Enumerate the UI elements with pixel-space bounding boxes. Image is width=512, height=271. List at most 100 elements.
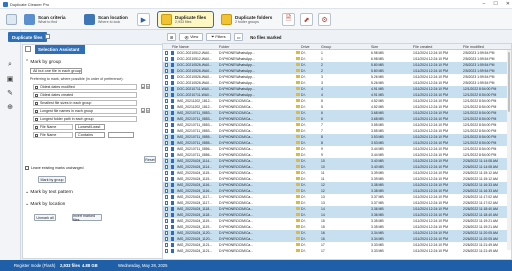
export-button[interactable]: ⬈	[300, 13, 313, 26]
start-scan-button[interactable]: ▶	[137, 13, 150, 26]
criteria-checkbox[interactable]	[35, 101, 39, 106]
row-checkbox[interactable]	[165, 69, 169, 73]
group-mode-select[interactable]: All but one file in each group	[30, 68, 82, 74]
row-checkbox[interactable]	[165, 147, 169, 151]
scan-criteria-button[interactable]: Scan criteria What to find	[20, 11, 70, 28]
criteria-checkbox[interactable]	[35, 93, 39, 98]
criteria-item[interactable]: Longest file names in each group	[33, 108, 137, 114]
home-button[interactable]	[2, 11, 21, 28]
row-checkbox[interactable]	[165, 165, 169, 169]
rail-zoom-icon[interactable]: ⊕	[4, 102, 16, 112]
criteria-item[interactable]: Oldest dates modified	[33, 84, 137, 90]
invert-marked-button[interactable]: Invert marked files	[72, 214, 102, 222]
col-file-modified[interactable]: File modified	[463, 45, 484, 49]
export-icon: ⬈	[303, 16, 310, 24]
criteria-checkbox[interactable]	[35, 109, 39, 114]
duplicate-files-button[interactable]: Duplicate files 2,933 files	[157, 11, 214, 28]
row-checkbox[interactable]	[165, 225, 169, 229]
row-checkbox[interactable]	[165, 129, 169, 133]
row-checkbox[interactable]	[165, 153, 169, 157]
vertical-scrollbar[interactable]	[507, 50, 511, 250]
col-file-name[interactable]: File Name	[172, 45, 189, 49]
row-checkbox[interactable]	[165, 117, 169, 121]
leave-existing-checkbox[interactable]: Leave existing marks unchanged	[25, 166, 84, 171]
mark-by-group-button[interactable]: Mark by group	[38, 176, 66, 183]
col-folder[interactable]: Folder	[219, 45, 229, 49]
row-checkbox[interactable]	[165, 63, 169, 67]
leave-existing-box[interactable]	[25, 166, 29, 171]
col-size[interactable]: Size	[371, 45, 378, 49]
row-checkbox[interactable]	[165, 195, 169, 199]
row-checkbox[interactable]	[165, 249, 169, 253]
row-checkbox[interactable]	[165, 219, 169, 223]
criteria-checkbox[interactable]	[35, 85, 39, 90]
criteria-item[interactable]: Smallest file sizes in each group	[33, 100, 137, 106]
duplicate-folders-button[interactable]: Duplicate folders 2 folder groups	[217, 11, 276, 28]
view-button[interactable]: 👁 View	[179, 33, 204, 41]
move-up-icon[interactable]: ▴	[141, 108, 145, 113]
grid-tool-icon[interactable]: ⊞	[167, 33, 177, 41]
filters-button[interactable]: ⏷ Filters	[206, 33, 231, 41]
minimize-icon[interactable]: –	[483, 1, 486, 7]
table-row[interactable]: IMG_20220424_1121... D:\PHONE\DCIM\Ca... D…	[163, 248, 511, 254]
reset-button[interactable]: Reset	[144, 156, 156, 163]
selection-assistant-header[interactable]: Selection Assistant	[35, 45, 85, 54]
row-checkbox[interactable]	[165, 111, 169, 115]
row-checkbox[interactable]	[165, 87, 169, 91]
row-checkbox[interactable]	[165, 171, 169, 175]
row-checkbox[interactable]	[165, 207, 169, 211]
criteria-checkbox[interactable]	[35, 117, 39, 122]
file-remover-button[interactable]: 🗎	[282, 13, 295, 26]
mark-by-group-section[interactable]: ⌃ Mark by group	[25, 60, 61, 65]
criteria-item[interactable]: Oldest dates created	[33, 92, 137, 98]
row-checkbox[interactable]	[165, 237, 169, 241]
scan-location-button[interactable]: Scan location Where to look	[80, 11, 132, 28]
close-icon[interactable]: ✕	[506, 1, 510, 7]
scrollbar-thumb[interactable]	[507, 52, 511, 112]
row-checkbox[interactable]	[165, 81, 169, 85]
col-group[interactable]: Group	[321, 45, 331, 49]
contains-select[interactable]: Contains	[75, 132, 105, 138]
order-select[interactable]: Lowest/Least	[75, 124, 105, 130]
criteria-checkbox[interactable]	[35, 133, 39, 138]
row-checkbox[interactable]	[165, 105, 169, 109]
row-checkbox[interactable]	[165, 57, 169, 61]
criteria-checkbox[interactable]	[35, 125, 39, 130]
row-checkbox[interactable]	[165, 123, 169, 127]
criteria-item[interactable]: Longest folder path in each group	[33, 116, 137, 122]
row-checkbox[interactable]	[165, 75, 169, 79]
row-checkbox[interactable]	[165, 135, 169, 139]
criteria-item[interactable]: File Name	[33, 132, 73, 138]
duplicate-files-tab[interactable]: Duplicate files	[8, 32, 47, 42]
mark-by-location-section[interactable]: ⌄ Mark by location	[25, 202, 65, 207]
row-checkbox[interactable]	[165, 141, 169, 145]
move-up-icon[interactable]: ▴	[141, 84, 145, 89]
row-checkbox[interactable]	[165, 231, 169, 235]
row-checkbox[interactable]	[165, 201, 169, 205]
mark-by-text-pattern-section[interactable]: ⌄ Mark by text pattern	[25, 190, 73, 195]
criteria-item[interactable]: File Name	[33, 124, 73, 130]
row-checkbox[interactable]	[165, 159, 169, 163]
row-checkbox[interactable]	[165, 183, 169, 187]
move-down-icon[interactable]: ▾	[146, 108, 150, 113]
row-checkbox[interactable]	[165, 189, 169, 193]
unmark-all-button[interactable]: Unmark all	[34, 214, 56, 221]
move-down-icon[interactable]: ▾	[146, 84, 150, 89]
rail-search-icon[interactable]: ⌕	[4, 60, 16, 70]
row-checkbox[interactable]	[165, 51, 169, 55]
row-checkbox[interactable]	[165, 177, 169, 181]
rail-mark-icon[interactable]: ✎	[4, 88, 16, 98]
panel-icon-a[interactable]	[25, 46, 31, 52]
contains-input[interactable]	[108, 132, 134, 138]
row-checkbox[interactable]	[165, 93, 169, 97]
maximize-icon[interactable]: ☐	[493, 1, 497, 7]
rail-image-icon[interactable]: ▣	[4, 74, 16, 84]
settings-button[interactable]: ⚙	[318, 13, 331, 26]
grid-tool-icon[interactable]: ▭	[233, 33, 244, 41]
col-file-created[interactable]: File created	[413, 45, 432, 49]
row-checkbox[interactable]	[165, 99, 169, 103]
col-drive[interactable]: Drive	[301, 45, 310, 49]
panel-pin-icon[interactable]	[45, 34, 50, 39]
row-checkbox[interactable]	[165, 213, 169, 217]
row-checkbox[interactable]	[165, 243, 169, 247]
